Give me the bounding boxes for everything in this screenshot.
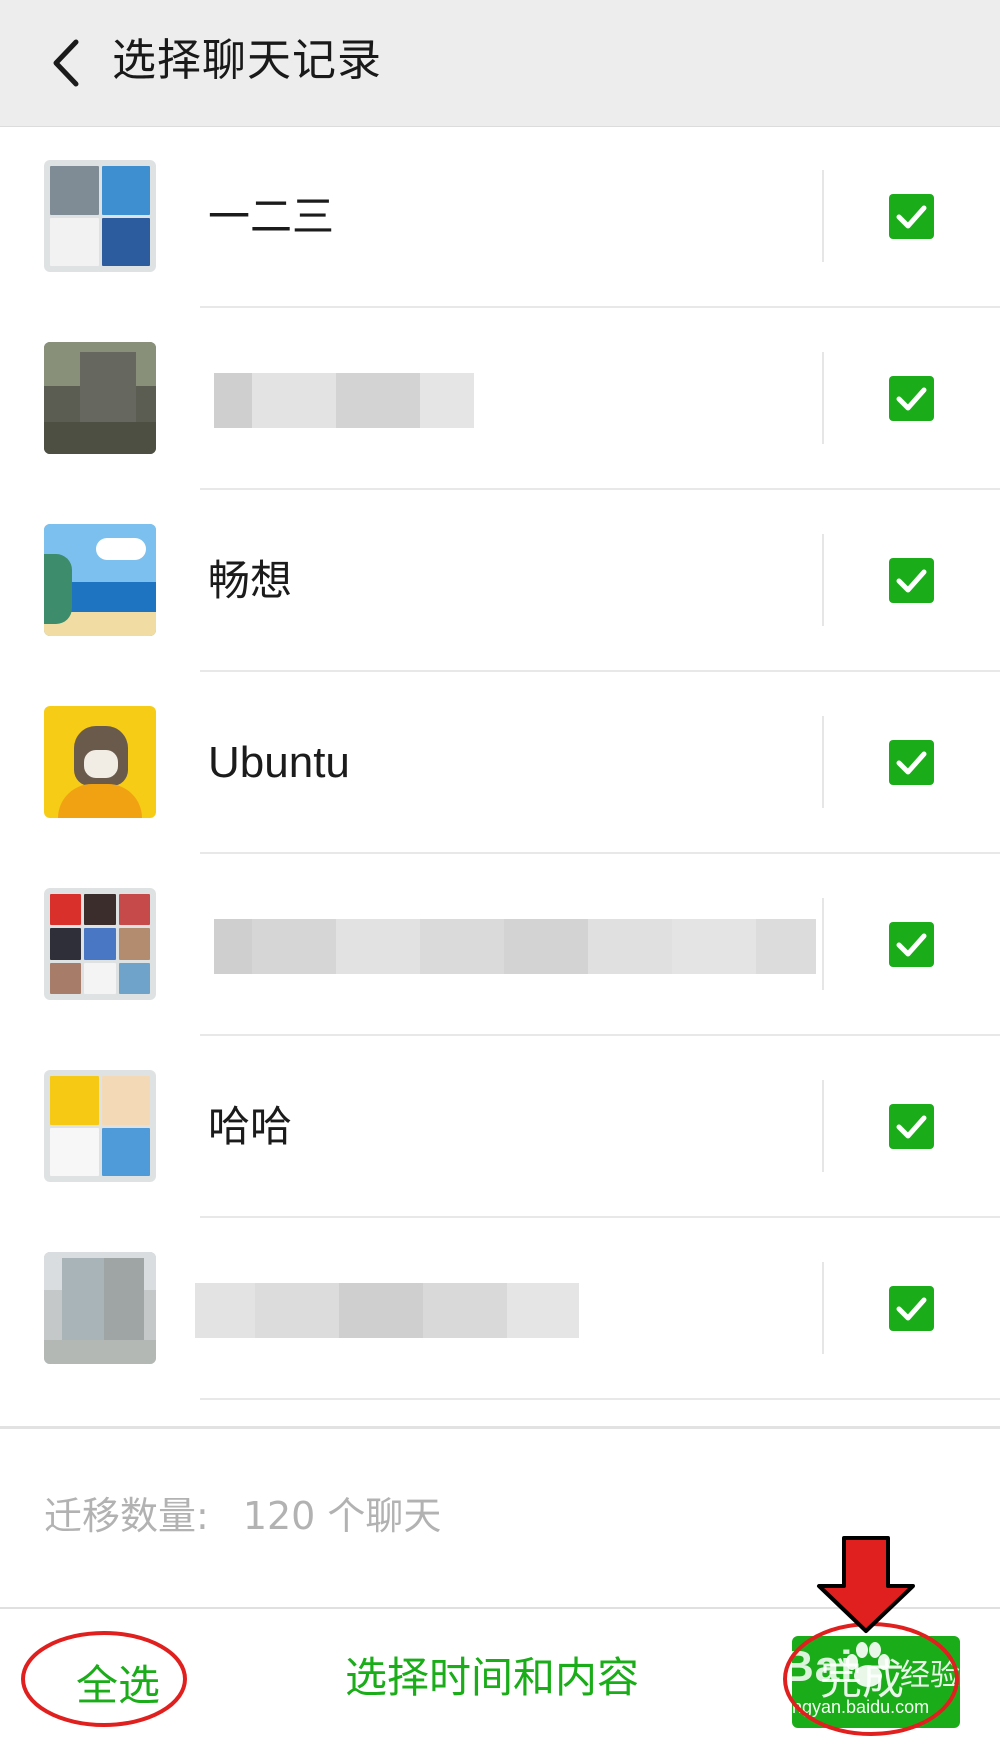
checkbox-checked[interactable] bbox=[889, 922, 934, 967]
redacted-name bbox=[214, 919, 816, 974]
redacted-name bbox=[214, 373, 474, 428]
chat-row[interactable] bbox=[0, 308, 1000, 490]
select-time-content-button[interactable]: 选择时间和内容 bbox=[345, 1650, 639, 1706]
chat-row[interactable]: 畅想 bbox=[0, 490, 1000, 672]
divider bbox=[822, 1262, 824, 1354]
avatar bbox=[44, 1070, 156, 1182]
checkbox-checked[interactable] bbox=[889, 1104, 934, 1149]
baidu-paw-icon bbox=[846, 1642, 890, 1687]
avatar bbox=[44, 342, 156, 454]
divider bbox=[822, 898, 824, 990]
check-icon bbox=[896, 1115, 927, 1139]
chat-list: 一二三 畅想 Ubuntu 哈哈 bbox=[0, 126, 1000, 1400]
divider bbox=[822, 1080, 824, 1172]
check-icon bbox=[896, 751, 927, 775]
chat-name: 一二三 bbox=[208, 192, 335, 241]
divider bbox=[822, 716, 824, 808]
chat-row[interactable]: Ubuntu bbox=[0, 672, 1000, 854]
check-icon bbox=[896, 569, 927, 593]
row-divider bbox=[200, 1398, 1000, 1400]
check-icon bbox=[896, 1297, 927, 1321]
select-all-button[interactable]: 全选 bbox=[76, 1658, 160, 1714]
divider bbox=[822, 534, 824, 626]
migration-count-value: 120 个聊天 bbox=[242, 1494, 442, 1538]
avatar bbox=[44, 1252, 156, 1364]
migration-count-label: 迁移数量: bbox=[44, 1494, 209, 1538]
checkbox-checked[interactable] bbox=[889, 740, 934, 785]
chat-row[interactable] bbox=[0, 1218, 1000, 1400]
avatar bbox=[44, 524, 156, 636]
page-title: 选择聊天记录 bbox=[112, 35, 382, 86]
chat-name: Ubuntu bbox=[208, 738, 350, 787]
checkbox-checked[interactable] bbox=[889, 376, 934, 421]
avatar bbox=[44, 706, 156, 818]
top-bar: 选择聊天记录 bbox=[0, 0, 1000, 127]
divider bbox=[822, 352, 824, 444]
chevron-left-icon bbox=[53, 39, 79, 87]
chat-name: 畅想 bbox=[208, 556, 293, 605]
check-icon bbox=[896, 933, 927, 957]
list-end-divider bbox=[0, 1426, 1000, 1429]
divider bbox=[822, 170, 824, 262]
chat-row[interactable]: 一二三 bbox=[0, 126, 1000, 308]
checkbox-checked[interactable] bbox=[889, 194, 934, 239]
chat-row[interactable]: 哈哈 bbox=[0, 1036, 1000, 1218]
baidu-watermark-site: jingyan.baidu.com bbox=[784, 1697, 930, 1717]
redacted-name bbox=[195, 1283, 579, 1338]
check-icon bbox=[896, 205, 927, 229]
migration-count: 迁移数量: 120 个聊天 bbox=[44, 1490, 441, 1542]
chat-row[interactable] bbox=[0, 854, 1000, 1036]
back-button[interactable] bbox=[30, 24, 108, 102]
checkbox-checked[interactable] bbox=[889, 558, 934, 603]
check-icon bbox=[896, 387, 927, 411]
avatar bbox=[44, 888, 156, 1000]
avatar bbox=[44, 160, 156, 272]
checkbox-checked[interactable] bbox=[889, 1286, 934, 1331]
baidu-watermark-sub: 经验 bbox=[900, 1658, 960, 1693]
chat-name: 哈哈 bbox=[208, 1102, 293, 1151]
